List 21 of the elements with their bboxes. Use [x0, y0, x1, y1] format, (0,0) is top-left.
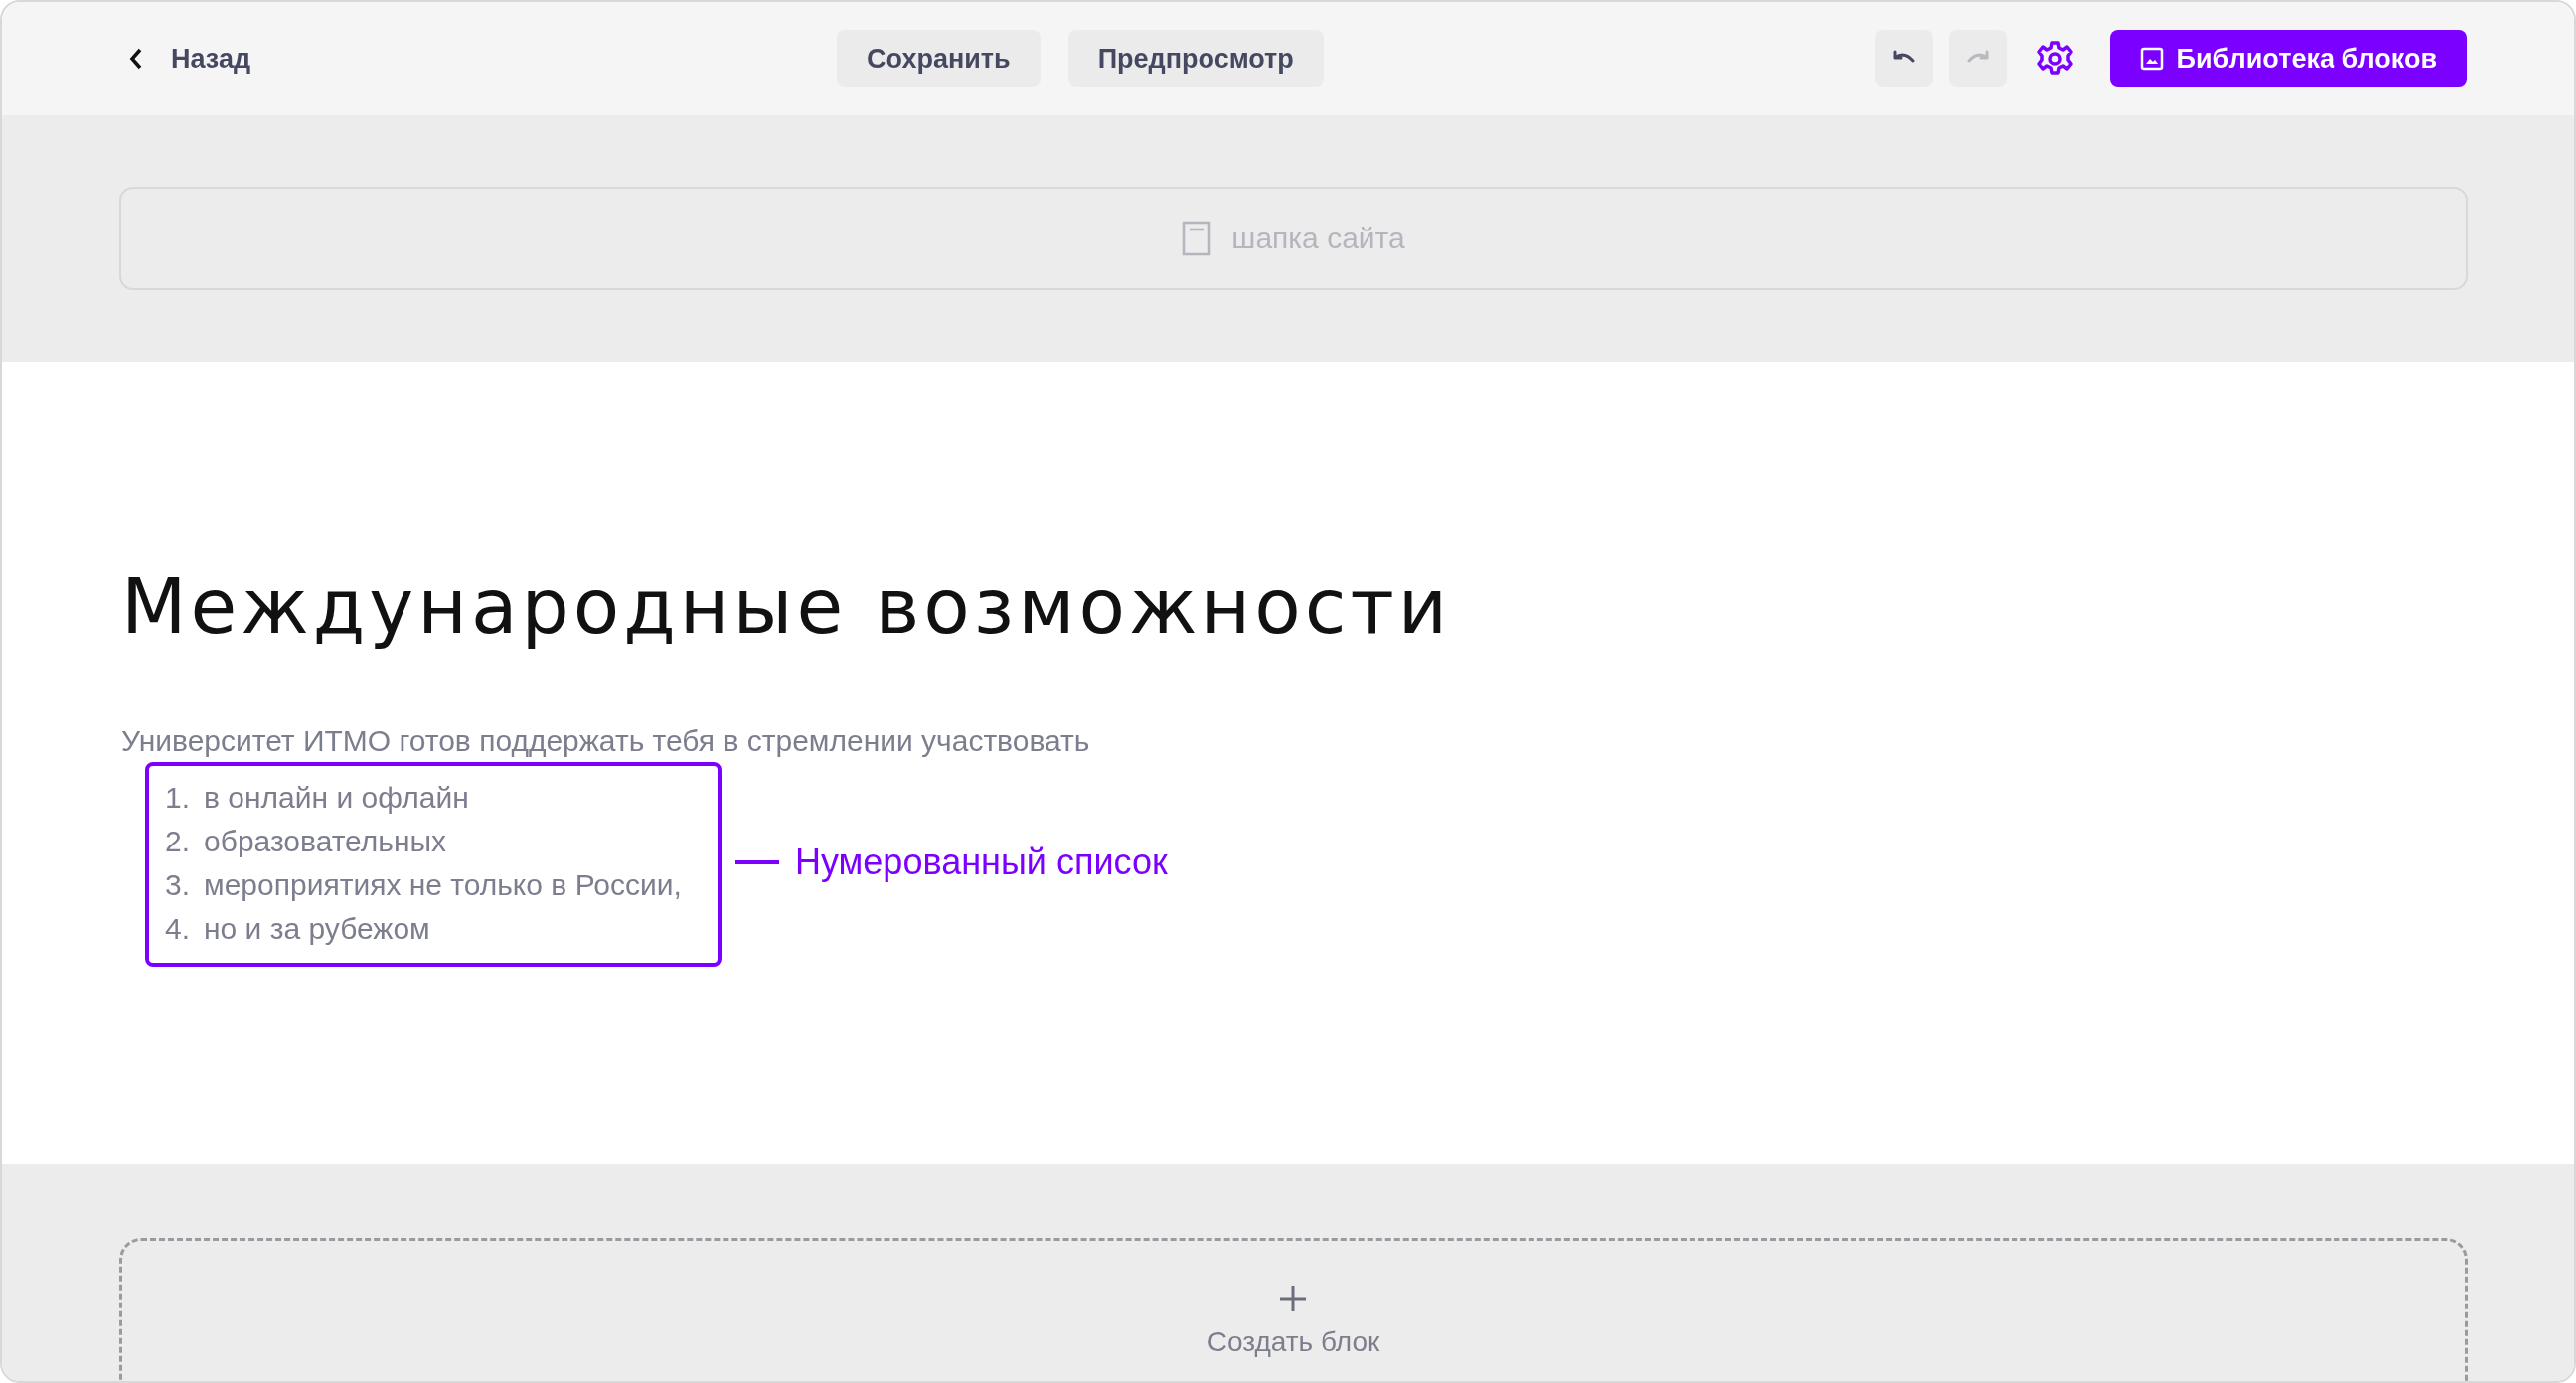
intro-text: Университет ИТМО готов поддержать тебя в стремлении участвовать	[121, 724, 1091, 758]
list-item-text: но и за рубежом	[204, 911, 430, 947]
list-item-text: образовательных	[204, 824, 446, 859]
image-icon	[2139, 47, 2164, 71]
page-icon	[1182, 221, 1212, 256]
toolbar-button[interactable]: Предпросмотр	[1067, 30, 1324, 87]
page-title: Международные возможности	[121, 561, 1453, 651]
block-library-button[interactable]: Библиотека блоков	[2109, 30, 2467, 87]
plus-icon	[1279, 1285, 1308, 1312]
settings-icon[interactable]	[2035, 40, 2074, 77]
list-number: 4.	[165, 911, 191, 947]
back-link[interactable]: Назад	[129, 43, 251, 75]
undo-button[interactable]	[1874, 30, 1933, 87]
list-number: 3.	[165, 867, 191, 903]
list-number: 1.	[165, 780, 191, 816]
annotation-label: Нумерованный список	[795, 842, 1168, 883]
toolbar-button[interactable]: Сохранить	[837, 30, 1041, 87]
chevron-left-icon	[129, 48, 143, 70]
list-item-text: мероприятиях не только в России,	[204, 867, 682, 903]
list-item-text: в онлайн и офлайн	[204, 780, 469, 816]
list-number: 2.	[165, 824, 191, 859]
